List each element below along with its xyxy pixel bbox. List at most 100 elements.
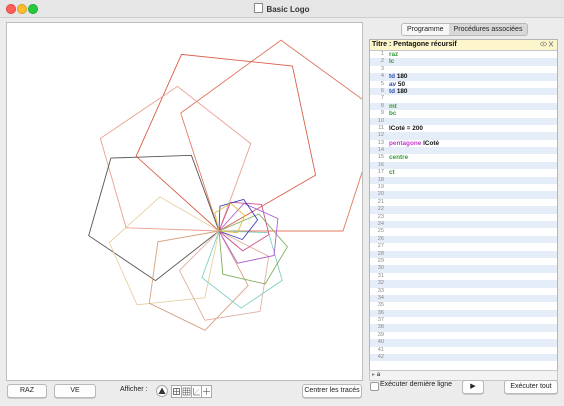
line-number: 21: [377, 198, 384, 205]
tab-procedures-associees[interactable]: Procédures associées: [448, 24, 528, 35]
code-line[interactable]: 2 lc: [370, 58, 557, 66]
code-token: lCoté = 200: [389, 124, 423, 132]
line-number: 38: [377, 324, 384, 331]
code-line[interactable]: 30: [370, 265, 557, 273]
line-number: 2: [380, 58, 384, 65]
code-line[interactable]: 34: [370, 294, 557, 303]
code-line[interactable]: 38: [370, 324, 557, 332]
code-line[interactable]: 8 mt: [370, 102, 557, 111]
code-token: td: [389, 73, 397, 81]
line-number: 32: [377, 280, 384, 287]
line-number: 25: [377, 228, 384, 235]
code-token: bc: [389, 110, 397, 118]
code-line[interactable]: 20: [370, 191, 557, 199]
raz-button[interactable]: RAZ: [7, 384, 47, 398]
code-line[interactable]: 4 td 180: [370, 73, 557, 81]
code-line[interactable]: 15 centre: [370, 154, 557, 161]
code-token: mt: [389, 102, 397, 110]
code-line[interactable]: 5 av 50: [370, 81, 557, 88]
code-line[interactable]: 11 lCoté = 200: [370, 125, 557, 132]
procedure-title: Titre : Pentagone récursif: [372, 41, 457, 48]
line-number: 19: [377, 184, 384, 191]
line-number: 11: [378, 124, 384, 131]
code-editor[interactable]: Titre : Pentagone récursif 1 raz 2 lc 3 4 td 1…: [369, 39, 558, 371]
editor-tabs: Programme Procédures associées: [401, 23, 529, 36]
tab-programme[interactable]: Programme: [402, 24, 449, 35]
line-code: ct: [389, 169, 395, 176]
executer-derniere-checkbox[interactable]: [370, 382, 379, 391]
centrer-traces-button[interactable]: Centrer les tracés: [302, 384, 362, 398]
code-lines[interactable]: 1 raz 2 lc 3 4 td 180 5 av 50 6 td 180 7 8 mt 9 bc 10 11 l…: [370, 51, 557, 362]
code-line[interactable]: 14: [370, 147, 557, 155]
code-token: td: [389, 87, 397, 95]
code-token: raz: [389, 51, 399, 58]
line-number: 34: [377, 294, 384, 301]
axes-icon: [193, 388, 200, 396]
line-number: 41: [377, 346, 384, 353]
code-line[interactable]: 19: [370, 184, 557, 191]
footer-arrow-icon: ▸: [372, 372, 376, 378]
ve-button[interactable]: VE: [54, 384, 96, 398]
line-number: 29: [377, 257, 384, 264]
code-line[interactable]: 29: [370, 258, 557, 265]
line-number: 9: [380, 110, 384, 117]
editor-title-bar: Titre : Pentagone récursif: [370, 40, 557, 51]
line-number: 35: [377, 302, 384, 309]
code-token: 180: [396, 87, 408, 95]
line-number: 37: [377, 317, 384, 324]
turtle-icon: [158, 387, 166, 394]
line-number: 22: [377, 206, 384, 213]
code-line[interactable]: 42: [370, 354, 557, 362]
code-line[interactable]: 7: [370, 95, 557, 102]
code-line[interactable]: 32: [370, 280, 557, 288]
center-axes-toggle[interactable]: [201, 385, 212, 398]
turtle-toggle[interactable]: [156, 385, 168, 397]
footer-letter: a: [376, 372, 381, 378]
code-line[interactable]: 1 raz: [370, 51, 557, 58]
code-line[interactable]: 9 bc: [370, 110, 557, 117]
executer-tout-button[interactable]: Exécuter tout: [504, 380, 558, 394]
code-line[interactable]: 26: [370, 235, 557, 244]
code-line[interactable]: 10: [370, 117, 557, 125]
code-line[interactable]: 35: [370, 302, 557, 309]
line-number: 31: [377, 272, 384, 279]
line-number: 33: [377, 287, 384, 294]
code-token: av: [389, 80, 398, 88]
code-line[interactable]: 3: [370, 66, 557, 73]
code-line[interactable]: 31: [370, 273, 557, 280]
code-line[interactable]: 36: [370, 309, 557, 318]
drawing-canvas[interactable]: [6, 22, 363, 381]
line-code: lCoté = 200: [389, 125, 423, 132]
code-line[interactable]: 17 ct: [370, 169, 557, 176]
crosshair-icon: [203, 388, 210, 395]
line-number: 42: [377, 354, 384, 361]
code-line[interactable]: 21: [370, 199, 557, 206]
code-line[interactable]: 24: [370, 220, 557, 229]
afficher-label: Afficher :: [120, 386, 148, 393]
code-token: 50: [397, 80, 405, 88]
line-number: 12: [377, 132, 384, 139]
turtle-drawing: [88, 39, 362, 331]
line-number: 27: [377, 243, 384, 250]
code-line[interactable]: 39: [370, 332, 557, 339]
code-line[interactable]: 22: [370, 206, 557, 214]
code-line[interactable]: 33: [370, 288, 557, 295]
run-button[interactable]: ▶: [462, 380, 484, 394]
code-line[interactable]: 12: [370, 132, 557, 140]
code-line[interactable]: 13 pentagone lCoté: [370, 140, 557, 147]
code-line[interactable]: 6 td 180: [370, 87, 557, 96]
line-number: 28: [377, 250, 384, 257]
code-line[interactable]: 41: [370, 347, 557, 354]
line-number: 8: [380, 102, 384, 109]
code-line[interactable]: 18: [370, 176, 557, 185]
line-number: 6: [380, 87, 384, 94]
code-line[interactable]: 37: [370, 317, 557, 324]
code-line[interactable]: 27: [370, 243, 557, 250]
code-line[interactable]: 28: [370, 250, 557, 258]
view-and-close-icons: [540, 41, 554, 47]
line-code: raz: [389, 51, 398, 58]
code-line[interactable]: 40: [370, 339, 557, 347]
code-line[interactable]: 16: [370, 161, 557, 170]
code-line[interactable]: 23: [370, 214, 557, 221]
code-line[interactable]: 25: [370, 228, 557, 235]
